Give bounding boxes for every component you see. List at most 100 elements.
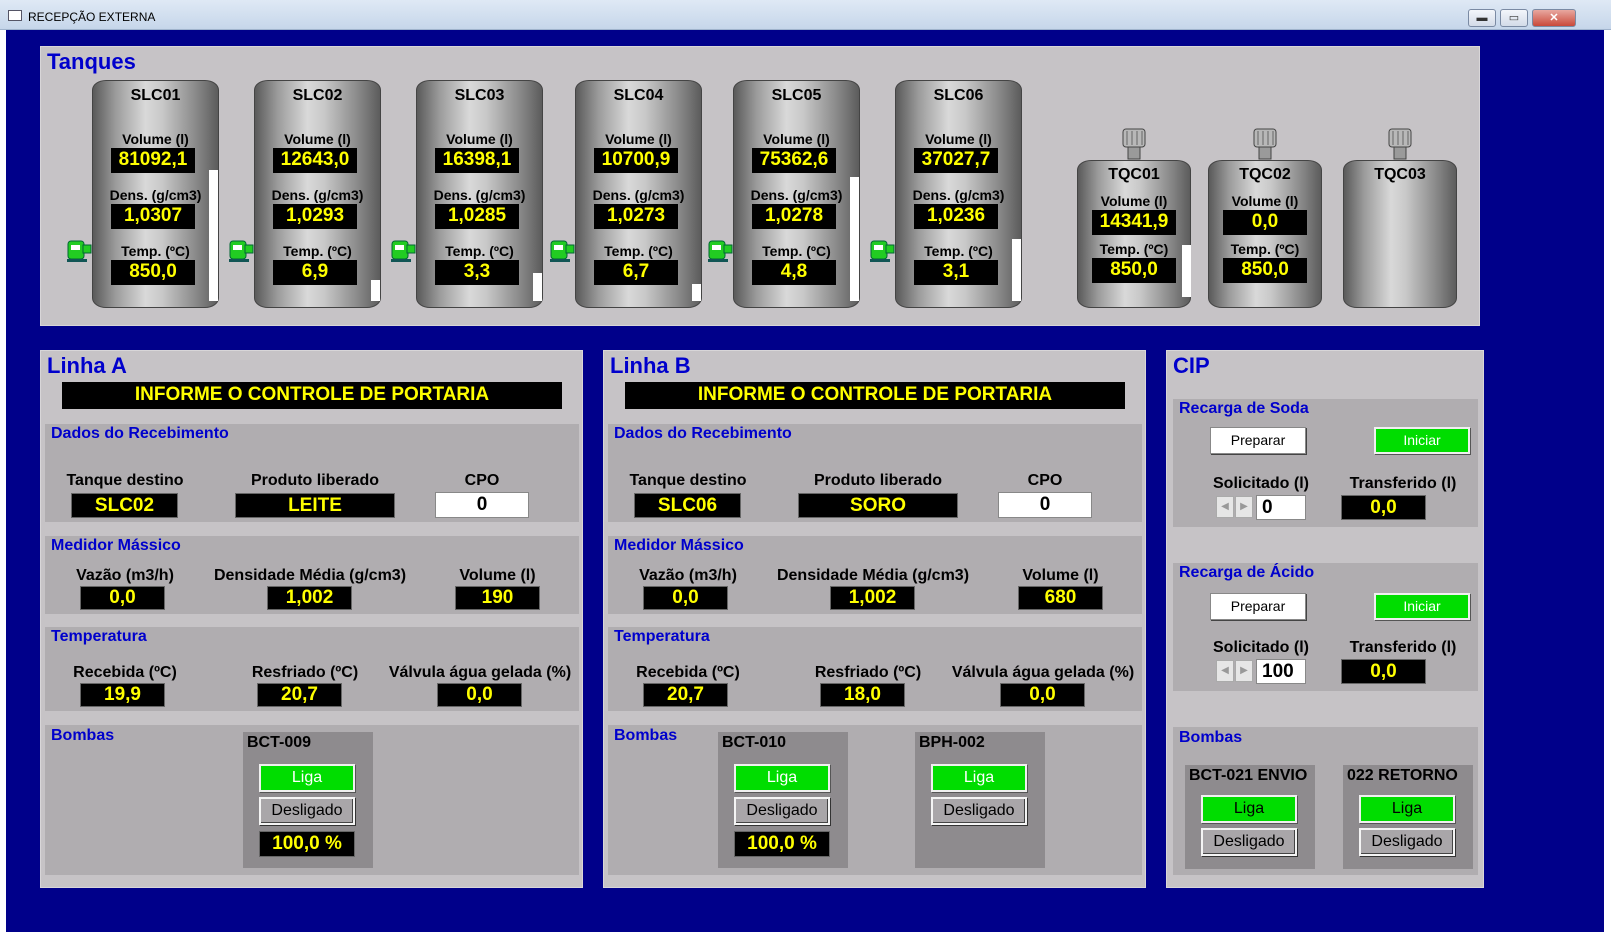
density-label: Dens. (g/cm3) [433, 187, 526, 203]
produto-liberado-value: LEITE [235, 493, 395, 518]
density-label: Dens. (g/cm3) [592, 187, 685, 203]
linha-b-title: Linha B [610, 353, 691, 378]
spin-right-icon[interactable]: ▶ [1235, 660, 1253, 682]
cip-title: CIP [1173, 353, 1210, 378]
temperature-value: 4,8 [752, 260, 836, 285]
volume-label: Volume (l) [763, 131, 830, 147]
densidade-value: 1,002 [267, 586, 352, 610]
desligado-button[interactable]: Desligado [931, 797, 1027, 825]
spin-left-icon[interactable]: ◀ [1216, 660, 1234, 682]
pump-icon[interactable] [66, 237, 92, 263]
level-bar [209, 170, 218, 301]
bomba-bct-021: BCT-021 ENVIO Liga Desligado [1185, 765, 1315, 869]
density-label: Dens. (g/cm3) [912, 187, 1005, 203]
tank-tqc01[interactable]: TQC01 Volume (l) 14341,9 Temp. (ºC) 850,0 [1077, 160, 1191, 308]
recebida-label: Recebida (ºC) [73, 664, 177, 681]
resfriado-label: Resfriado (ºC) [814, 664, 922, 681]
spin-left-icon[interactable]: ◀ [1216, 496, 1234, 518]
temperature-label: Temp. (ºC) [1230, 241, 1300, 257]
pump-icon[interactable] [549, 237, 575, 263]
cpo-input[interactable]: 0 [435, 492, 529, 518]
level-bar [533, 273, 542, 301]
close-button[interactable]: ✕ [1532, 9, 1576, 27]
pump-icon[interactable] [228, 237, 254, 263]
desligado-button[interactable]: Desligado [1359, 828, 1455, 856]
linha-a-banner: INFORME O CONTROLE DE PORTARIA [62, 382, 562, 409]
temperature-value: 850,0 [111, 260, 195, 285]
tank-slc05[interactable]: SLC05 Volume (l) 75362,6 Dens. (g/cm3) 1,027… [733, 80, 860, 308]
tank-slc06[interactable]: SLC06 Volume (l) 37027,7 Dens. (g/cm3) 1,023… [895, 80, 1022, 308]
solicitado-input[interactable]: 100 [1256, 659, 1306, 684]
desligado-button[interactable]: Desligado [1201, 828, 1297, 856]
level-bar [1182, 245, 1191, 297]
density-label: Dens. (g/cm3) [271, 187, 364, 203]
maximize-button[interactable]: ▭ [1500, 9, 1528, 27]
temperature-label: Temp. (ºC) [283, 243, 352, 259]
solicitado-label: Solicitado (l) [1213, 475, 1309, 492]
temperature-value: 850,0 [1223, 258, 1307, 283]
volume-value: 81092,1 [111, 148, 195, 173]
linha-b-temperatura: Temperatura Recebida (ºC) 20,7 Resfriado… [608, 627, 1142, 711]
valvula-value: 0,0 [1000, 683, 1085, 707]
recarga-soda: Recarga de Soda Preparar Iniciar Solicit… [1173, 399, 1478, 527]
volume-value: 75362,6 [752, 148, 836, 173]
tank-slc03[interactable]: SLC03 Volume (l) 16398,1 Dens. (g/cm3) 1,028… [416, 80, 543, 308]
temperature-label: Temp. (ºC) [445, 243, 514, 259]
liga-button[interactable]: Liga [1359, 795, 1455, 823]
liga-button[interactable]: Liga [931, 764, 1027, 792]
pump-icon[interactable] [869, 237, 895, 263]
liga-button[interactable]: Liga [259, 764, 355, 792]
bomba-name: BCT-009 [247, 734, 312, 751]
preparar-button[interactable]: Preparar [1210, 427, 1306, 454]
solicitado-input[interactable]: 0 [1256, 495, 1306, 520]
recarga-acido-title: Recarga de Ácido [1179, 564, 1315, 581]
app-icon [8, 10, 22, 21]
linha-b-panel: Linha B INFORME O CONTROLE DE PORTARIA D… [603, 350, 1146, 888]
tank-name: TQC03 [1374, 166, 1426, 183]
medidor-title: Medidor Mássico [614, 537, 744, 554]
volume-value: 0,0 [1223, 210, 1307, 235]
tank-slc01[interactable]: SLC01 Volume (l) 81092,1 Dens. (g/cm3) 1,030… [92, 80, 219, 308]
temperature-value: 3,3 [435, 260, 519, 285]
tank-slc04[interactable]: SLC04 Volume (l) 10700,9 Dens. (g/cm3) 1,027… [575, 80, 702, 308]
produto-liberado-value: SORO [798, 493, 958, 518]
tank-name: TQC01 [1108, 166, 1160, 183]
volume-label: Volume (l) [1022, 567, 1099, 584]
vazao-value: 0,0 [80, 586, 165, 610]
pump-icon[interactable] [390, 237, 416, 263]
recarga-soda-title: Recarga de Soda [1179, 400, 1309, 417]
recarga-acido: Recarga de Ácido Preparar Iniciar Solici… [1173, 563, 1478, 691]
linha-a-medidor: Medidor Mássico Vazão (m3/h) 0,0 Densida… [45, 536, 579, 614]
bomba-name: 022 RETORNO [1347, 767, 1458, 784]
volume-label: Volume (l) [925, 131, 992, 147]
transferido-value: 0,0 [1341, 659, 1426, 684]
tank-name: SLC05 [771, 87, 822, 104]
tank-tqc02[interactable]: TQC02 Volume (l) 0,0 Temp. (ºC) 850,0 [1208, 160, 1322, 308]
temperature-value: 3,1 [914, 260, 998, 285]
minimize-button[interactable]: ▬ [1468, 9, 1496, 27]
density-value: 1,0278 [752, 204, 836, 229]
recebimento-title: Dados do Recebimento [614, 425, 792, 442]
pump-icon[interactable] [707, 237, 733, 263]
resfriado-label: Resfriado (ºC) [251, 664, 359, 681]
tank-name: SLC04 [613, 87, 664, 104]
volume-label: Volume (l) [1100, 193, 1168, 209]
density-value: 1,0307 [111, 204, 195, 229]
cpo-input[interactable]: 0 [998, 492, 1092, 518]
produto-liberado-label: Produto liberado [251, 472, 379, 489]
liga-button[interactable]: Liga [1201, 795, 1297, 823]
tank-tqc03[interactable]: TQC03 [1343, 160, 1457, 308]
vazao-label: Vazão (m3/h) [76, 567, 174, 584]
volume-value: 14341,9 [1092, 210, 1176, 235]
temperature-value: 850,0 [1092, 258, 1176, 283]
desligado-button[interactable]: Desligado [734, 797, 830, 825]
spin-right-icon[interactable]: ▶ [1235, 496, 1253, 518]
produto-liberado-label: Produto liberado [814, 472, 942, 489]
liga-button[interactable]: Liga [734, 764, 830, 792]
desligado-button[interactable]: Desligado [259, 797, 355, 825]
tank-slc02[interactable]: SLC02 Volume (l) 12643,0 Dens. (g/cm3) 1,029… [254, 80, 381, 308]
iniciar-button[interactable]: Iniciar [1374, 593, 1470, 620]
iniciar-button[interactable]: Iniciar [1374, 427, 1470, 454]
preparar-button[interactable]: Preparar [1210, 593, 1306, 620]
recebida-value: 20,7 [643, 683, 728, 707]
